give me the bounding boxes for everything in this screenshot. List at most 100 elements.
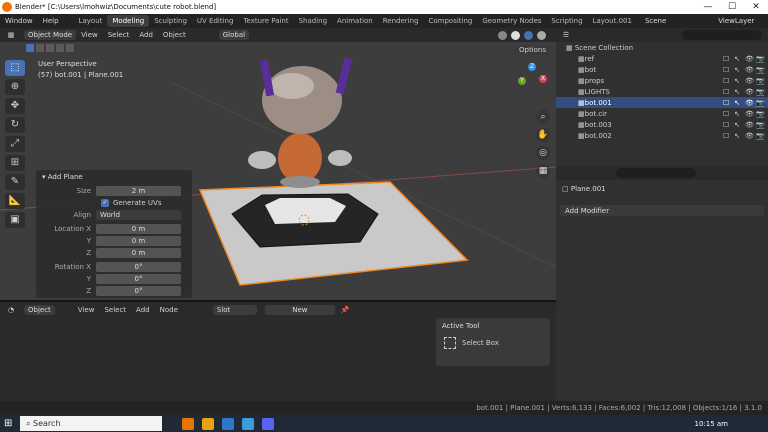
- pin-icon[interactable]: 📌: [341, 306, 350, 314]
- wireframe-shading-icon[interactable]: [498, 30, 507, 40]
- menu-view[interactable]: View: [76, 31, 103, 39]
- annotate-tool-icon[interactable]: ✎: [5, 174, 25, 190]
- size-field[interactable]: 2 m: [96, 185, 181, 196]
- rotation-z-field[interactable]: 0°: [96, 285, 181, 296]
- menu-view-bottom[interactable]: View: [73, 306, 100, 314]
- outliner-item[interactable]: ▦ bot.cir ☐ ↖ 👁 📷: [556, 108, 768, 119]
- select-invert-icon[interactable]: [56, 44, 64, 52]
- menu-add-bottom[interactable]: Add: [131, 306, 155, 314]
- gizmo-y-axis[interactable]: Y: [518, 77, 526, 85]
- outliner-item[interactable]: ▦ bot.003 ☐ ↖ 👁 📷: [556, 119, 768, 130]
- gizmo-z-axis[interactable]: Z: [528, 63, 536, 71]
- properties-search-input[interactable]: [616, 168, 696, 178]
- minimize-button[interactable]: —: [696, 2, 720, 12]
- solid-shading-icon[interactable]: [511, 30, 520, 40]
- rotate-tool-icon[interactable]: ↻: [5, 117, 25, 133]
- outliner-editor-icon[interactable]: ☰: [556, 31, 576, 39]
- maximize-button[interactable]: ☐: [720, 2, 744, 12]
- visibility-toggles[interactable]: ☐ ↖ 👁 📷: [723, 132, 768, 140]
- visibility-toggles[interactable]: ☐ ↖ 👁 📷: [723, 88, 768, 96]
- visibility-toggles[interactable]: ☐ ↖ 👁 📷: [723, 110, 768, 118]
- editor-type-icon-bottom[interactable]: ◔: [0, 306, 22, 314]
- gizmo-x-axis[interactable]: X: [539, 75, 547, 83]
- menu-window[interactable]: Window: [0, 17, 38, 25]
- editor-type-icon[interactable]: ▦: [0, 31, 22, 39]
- visibility-toggles[interactable]: ☐ ↖ 👁 📷: [723, 121, 768, 129]
- grid-view-icon[interactable]: ▦: [536, 164, 550, 178]
- menu-node-bottom[interactable]: Node: [155, 306, 183, 314]
- location-z-field[interactable]: 0 m: [96, 247, 181, 258]
- add-cube-tool-icon[interactable]: ▣: [5, 212, 25, 228]
- tab-compositing[interactable]: Compositing: [423, 15, 477, 27]
- menu-select-bottom[interactable]: Select: [99, 306, 131, 314]
- select-box-icon[interactable]: [444, 337, 456, 349]
- menu-add[interactable]: Add: [134, 31, 158, 39]
- zoom-icon[interactable]: ⌕: [536, 110, 550, 124]
- outliner-item[interactable]: ▦ props ☐ ↖ 👁 📷: [556, 75, 768, 86]
- transform-tool-icon[interactable]: ⊞: [5, 155, 25, 171]
- rotation-y-field[interactable]: 0°: [96, 273, 181, 284]
- tab-uv-editing[interactable]: UV Editing: [192, 15, 239, 27]
- scene-selector[interactable]: Scene: [645, 17, 666, 25]
- tab-animation[interactable]: Animation: [332, 15, 378, 27]
- visibility-toggles[interactable]: ☐ ↖ 👁 📷: [723, 66, 768, 74]
- scale-tool-icon[interactable]: ⤢: [5, 136, 25, 152]
- outliner-item[interactable]: ▦ LIGHTS ☐ ↖ 👁 📷: [556, 86, 768, 97]
- slot-dropdown[interactable]: Slot: [212, 304, 257, 315]
- tab-layout-001[interactable]: Layout.001: [588, 15, 637, 27]
- pan-hand-icon[interactable]: ✋: [536, 128, 550, 142]
- generate-uvs-checkbox[interactable]: ✓: [101, 198, 109, 207]
- file-explorer-icon[interactable]: [202, 417, 214, 430]
- transform-orientation-dropdown[interactable]: Global: [218, 30, 250, 40]
- rotation-x-field[interactable]: 0°: [96, 261, 181, 272]
- discord-icon[interactable]: [262, 417, 274, 430]
- tab-modeling[interactable]: Modeling: [107, 15, 150, 27]
- select-subtract-icon[interactable]: [46, 44, 54, 52]
- new-material-button[interactable]: New: [264, 304, 335, 315]
- select-extend-icon[interactable]: [36, 44, 44, 52]
- outliner-search-input[interactable]: [682, 30, 762, 40]
- camera-icon[interactable]: ◎: [536, 146, 550, 160]
- add-modifier-button[interactable]: Add Modifier: [560, 205, 764, 216]
- viewlayer-selector[interactable]: ViewLayer: [718, 17, 754, 25]
- navigation-gizmo[interactable]: Z X Y: [517, 63, 547, 105]
- outliner-item[interactable]: ▦ bot.002 ☐ ↖ 👁 📷: [556, 130, 768, 141]
- tab-layout[interactable]: Layout: [74, 15, 108, 27]
- tab-sculpting[interactable]: Sculpting: [149, 15, 192, 27]
- outliner-item[interactable]: ▦ bot.001 ☐ ↖ 👁 📷: [556, 97, 768, 108]
- visibility-toggles[interactable]: ☐ ↖ 👁 📷: [723, 77, 768, 85]
- menu-object[interactable]: Object: [158, 31, 191, 39]
- location-y-field[interactable]: 0 m: [96, 235, 181, 246]
- blender-taskbar-icon[interactable]: [182, 417, 194, 430]
- mail-icon[interactable]: [242, 417, 254, 430]
- location-x-field[interactable]: 0 m: [96, 223, 181, 234]
- visibility-toggles[interactable]: ☐ ↖ 👁 📷: [723, 99, 768, 107]
- taskbar-search-input[interactable]: ⌕ Search: [20, 416, 162, 431]
- menu-help[interactable]: Help: [38, 17, 64, 25]
- align-dropdown[interactable]: World: [96, 209, 181, 220]
- edge-icon[interactable]: [222, 417, 234, 430]
- options-dropdown[interactable]: Options: [515, 45, 551, 55]
- outliner-item[interactable]: ▦ ref ☐ ↖ 👁 📷: [556, 53, 768, 64]
- start-windows-icon[interactable]: ⊞: [4, 418, 12, 429]
- add-plane-title[interactable]: ▾ Add Plane: [36, 170, 192, 184]
- object-dropdown[interactable]: Object: [24, 304, 55, 315]
- select-box-tool-icon[interactable]: ⬚: [5, 60, 25, 76]
- mode-dropdown[interactable]: Object Mode: [24, 30, 77, 40]
- tab-scripting[interactable]: Scripting: [546, 15, 587, 27]
- tab-geometry-nodes[interactable]: Geometry Nodes: [477, 15, 546, 27]
- cursor-tool-icon[interactable]: ⊕: [5, 79, 25, 95]
- select-intersect-icon[interactable]: [66, 44, 74, 52]
- tab-shading[interactable]: Shading: [294, 15, 332, 27]
- material-shading-icon[interactable]: [524, 30, 533, 40]
- close-button[interactable]: ✕: [744, 2, 768, 12]
- move-tool-icon[interactable]: ✥: [5, 98, 25, 114]
- measure-tool-icon[interactable]: 📐: [5, 193, 25, 209]
- tab-texture-paint[interactable]: Texture Paint: [238, 15, 293, 27]
- outliner-item[interactable]: ▦ bot ☐ ↖ 👁 📷: [556, 64, 768, 75]
- select-new-icon[interactable]: [26, 44, 34, 52]
- menu-select[interactable]: Select: [103, 31, 135, 39]
- scene-collection-row[interactable]: ▦ Scene Collection: [556, 42, 768, 53]
- rendered-shading-icon[interactable]: [537, 30, 546, 40]
- visibility-toggles[interactable]: ☐ ↖ 👁 📷: [723, 55, 768, 63]
